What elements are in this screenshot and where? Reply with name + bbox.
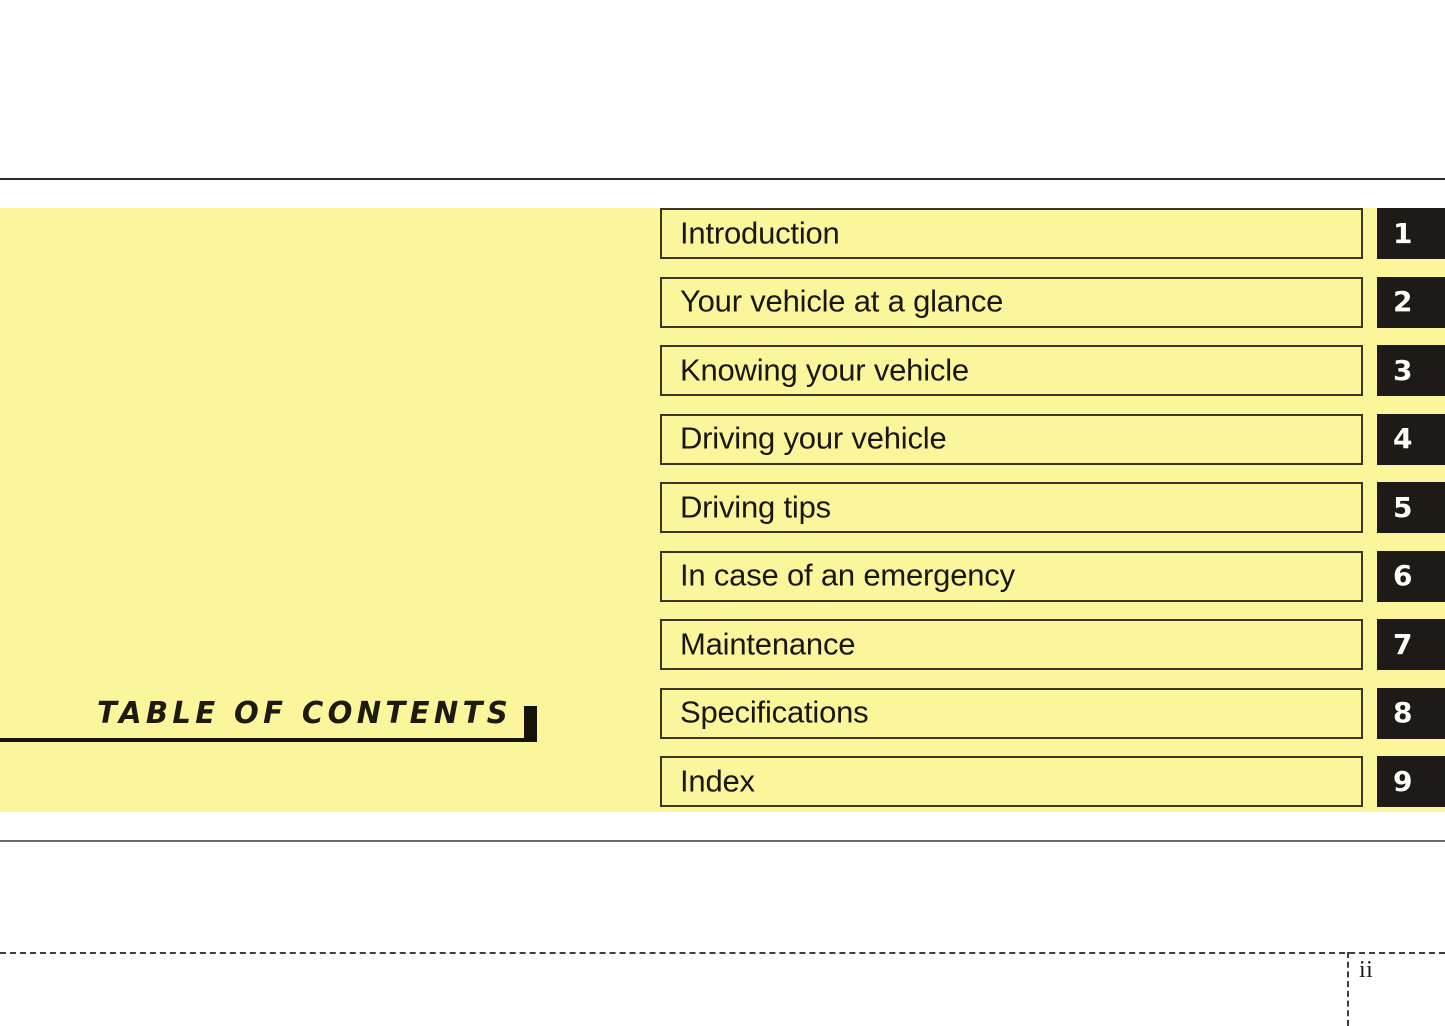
- toc-entry-label: Specifications: [680, 694, 869, 730]
- toc-entry-box[interactable]: Introduction: [660, 208, 1363, 259]
- toc-row[interactable]: Maintenance 7: [0, 619, 1445, 670]
- toc-section-tab[interactable]: 9: [1377, 756, 1445, 807]
- toc-section-number: 2: [1393, 284, 1413, 318]
- bottom-horizontal-rule: [0, 840, 1445, 842]
- toc-row[interactable]: Your vehicle at a glance 2: [0, 276, 1445, 328]
- toc-entry-box[interactable]: In case of an emergency: [660, 550, 1363, 602]
- toc-row[interactable]: Index 9: [0, 756, 1445, 807]
- toc-entry-label: Index: [680, 762, 755, 798]
- toc-row[interactable]: In case of an emergency 6: [0, 550, 1445, 602]
- crop-mark-vertical: [1347, 952, 1349, 1026]
- toc-section-number: 7: [1393, 627, 1413, 661]
- toc-section-number: 5: [1393, 490, 1413, 524]
- toc-section-number: 8: [1393, 695, 1413, 729]
- toc-section-tab[interactable]: 4: [1377, 413, 1445, 465]
- toc-section-tab[interactable]: 3: [1377, 345, 1445, 396]
- toc-section-tab[interactable]: 8: [1377, 687, 1445, 739]
- toc-entry-label: Introduction: [680, 214, 840, 250]
- toc-section-tab[interactable]: 2: [1377, 276, 1445, 328]
- toc-entry-box[interactable]: Index: [660, 756, 1363, 807]
- toc-section-number: 3: [1393, 353, 1413, 387]
- toc-entry-label: Knowing your vehicle: [680, 351, 969, 387]
- toc-section-tab[interactable]: 5: [1377, 482, 1445, 533]
- toc-entry-label: In case of an emergency: [680, 557, 1015, 593]
- toc-section-tab[interactable]: 6: [1377, 550, 1445, 602]
- toc-section-number: 9: [1393, 764, 1413, 798]
- toc-section-tab[interactable]: 7: [1377, 619, 1445, 670]
- toc-entry-label: Driving tips: [680, 488, 831, 524]
- toc-entry-box[interactable]: Driving tips: [660, 482, 1363, 533]
- toc-entry-box[interactable]: Maintenance: [660, 619, 1363, 670]
- toc-row[interactable]: Driving your vehicle 4: [0, 413, 1445, 465]
- toc-section-number: 1: [1393, 216, 1413, 250]
- toc-entry-box[interactable]: Your vehicle at a glance: [660, 276, 1363, 328]
- toc-row[interactable]: Driving tips 5: [0, 482, 1445, 533]
- toc-row[interactable]: Introduction 1: [0, 208, 1445, 259]
- toc-section-tab[interactable]: 1: [1377, 208, 1445, 259]
- toc-section-number: 6: [1393, 558, 1413, 592]
- toc-entry-label: Your vehicle at a glance: [680, 283, 1004, 319]
- toc-entry-box[interactable]: Specifications: [660, 687, 1363, 739]
- toc-entry-box[interactable]: Driving your vehicle: [660, 413, 1363, 465]
- toc-entry-label: Driving your vehicle: [680, 420, 947, 456]
- toc-row[interactable]: Specifications 8: [0, 687, 1445, 739]
- toc-entry-list: Introduction 1 Your vehicle at a glance 2 Kn…: [0, 208, 1445, 812]
- toc-section-number: 4: [1393, 421, 1413, 455]
- toc-row[interactable]: Knowing your vehicle 3: [0, 345, 1445, 396]
- crop-mark-horizontal: [0, 952, 1445, 954]
- toc-entry-box[interactable]: Knowing your vehicle: [660, 345, 1363, 396]
- top-horizontal-rule: [0, 178, 1445, 180]
- page-number: ii: [1359, 957, 1374, 983]
- toc-entry-label: Maintenance: [680, 625, 856, 661]
